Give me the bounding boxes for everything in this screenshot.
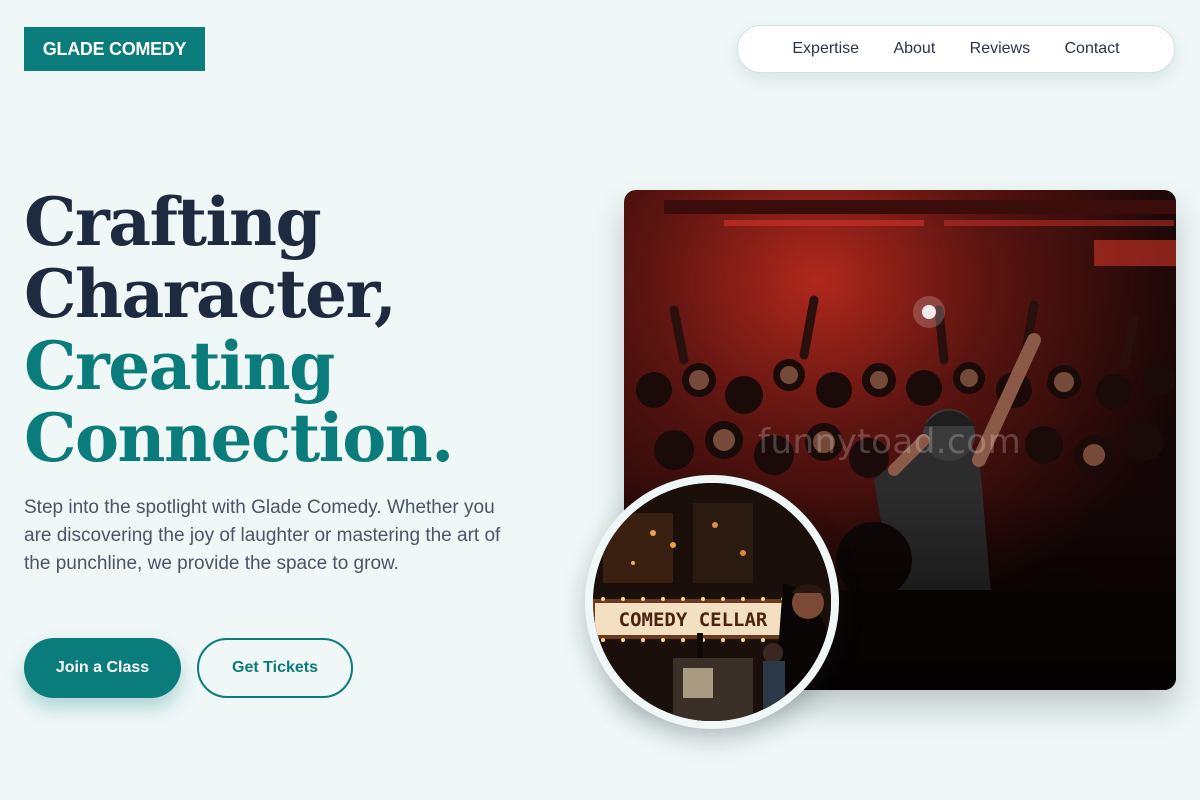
comedy-cellar-marquee-photo: COMEDY CELLAR bbox=[585, 475, 839, 729]
main-nav: Expertise About Reviews Contact bbox=[737, 25, 1175, 73]
headline-line-3: Creating bbox=[24, 327, 335, 405]
nav-item-reviews[interactable]: Reviews bbox=[970, 40, 1030, 58]
join-class-button[interactable]: Join a Class bbox=[24, 638, 181, 698]
nav-item-contact[interactable]: Contact bbox=[1064, 40, 1119, 58]
hero-headline: Crafting Character, Creating Connection. bbox=[24, 183, 454, 477]
headline-line-4: Connection. bbox=[24, 399, 454, 477]
nav-item-about[interactable]: About bbox=[893, 40, 935, 58]
brand-logo[interactable]: GLADE COMEDY bbox=[24, 27, 205, 71]
nav-item-expertise[interactable]: Expertise bbox=[792, 40, 859, 58]
page: GLADE COMEDY Expertise About Reviews Con… bbox=[0, 0, 1200, 800]
headline-line-1: Crafting bbox=[24, 183, 322, 261]
comedy-cellar-illustration: COMEDY CELLAR bbox=[593, 483, 831, 721]
marquee-text: COMEDY CELLAR bbox=[619, 609, 768, 631]
hero-description: Step into the spotlight with Glade Comed… bbox=[24, 497, 501, 574]
get-tickets-button[interactable]: Get Tickets bbox=[197, 638, 353, 698]
headline-line-2: Character, bbox=[24, 255, 397, 333]
photo-watermark: funnytoad.com bbox=[758, 422, 1022, 462]
